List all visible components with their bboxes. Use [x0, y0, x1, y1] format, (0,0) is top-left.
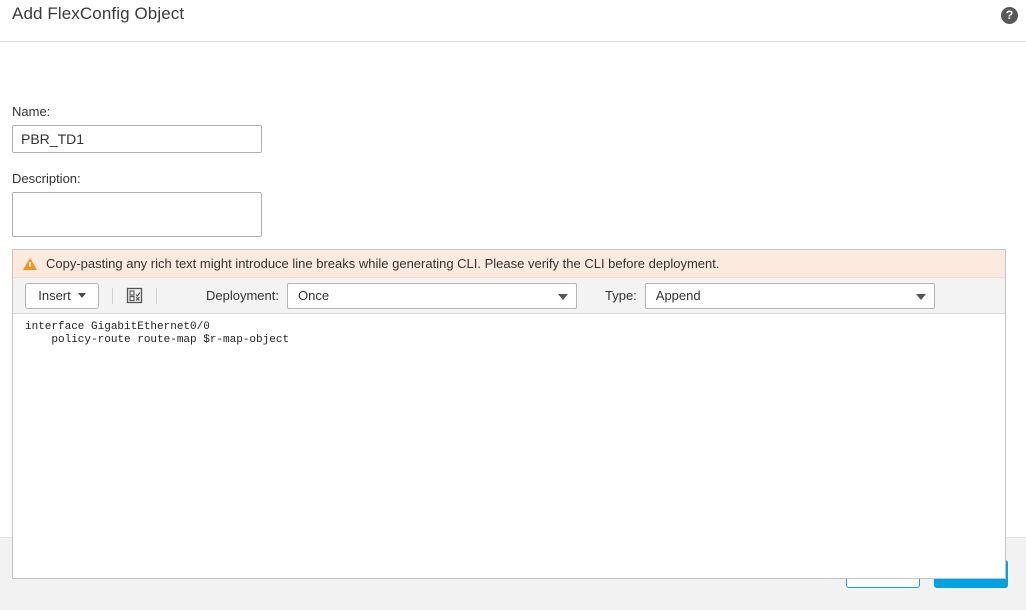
- chevron-down-icon: [77, 293, 86, 298]
- description-label: Description:: [12, 171, 81, 186]
- type-selected-value: Append: [655, 288, 701, 303]
- toolbar-separator: [112, 287, 113, 304]
- description-input[interactable]: [12, 192, 262, 237]
- dialog-header: Add FlexConfig Object ?: [0, 0, 1026, 42]
- deployment-label: Deployment:: [206, 288, 279, 303]
- cli-code-text[interactable]: interface GigabitEthernet0/0 policy-rout…: [25, 321, 1005, 578]
- cli-code-area[interactable]: interface GigabitEthernet0/0 policy-rout…: [13, 314, 1005, 578]
- dialog-body: Name: Description: Copy-pasting any rich…: [0, 42, 1026, 579]
- name-input[interactable]: [12, 125, 262, 153]
- insert-button-label: Insert: [38, 288, 71, 303]
- chevron-down-icon: [915, 293, 926, 300]
- help-icon[interactable]: ?: [1001, 7, 1018, 24]
- insert-button[interactable]: Insert: [25, 282, 99, 309]
- editor-toolbar: Insert Deployment: Once Type: Append: [13, 278, 1005, 314]
- deployment-selected-value: Once: [297, 288, 330, 303]
- name-label: Name:: [12, 104, 51, 119]
- warning-triangle-icon: [23, 257, 37, 270]
- flexconfig-editor-panel: Copy-pasting any rich text might introdu…: [12, 249, 1006, 579]
- toolbar-separator: [156, 287, 157, 304]
- type-select[interactable]: Append: [644, 282, 935, 309]
- warning-banner: Copy-pasting any rich text might introdu…: [13, 250, 1005, 278]
- type-label: Type:: [604, 288, 637, 303]
- insert-policy-object-icon[interactable]: [126, 287, 143, 304]
- add-flexconfig-object-dialog: Add FlexConfig Object ? Name: Descriptio…: [0, 0, 1026, 610]
- warning-text: Copy-pasting any rich text might introdu…: [46, 256, 720, 271]
- page-title: Add FlexConfig Object: [12, 4, 185, 23]
- deployment-select[interactable]: Once: [286, 282, 577, 309]
- chevron-down-icon: [557, 293, 568, 300]
